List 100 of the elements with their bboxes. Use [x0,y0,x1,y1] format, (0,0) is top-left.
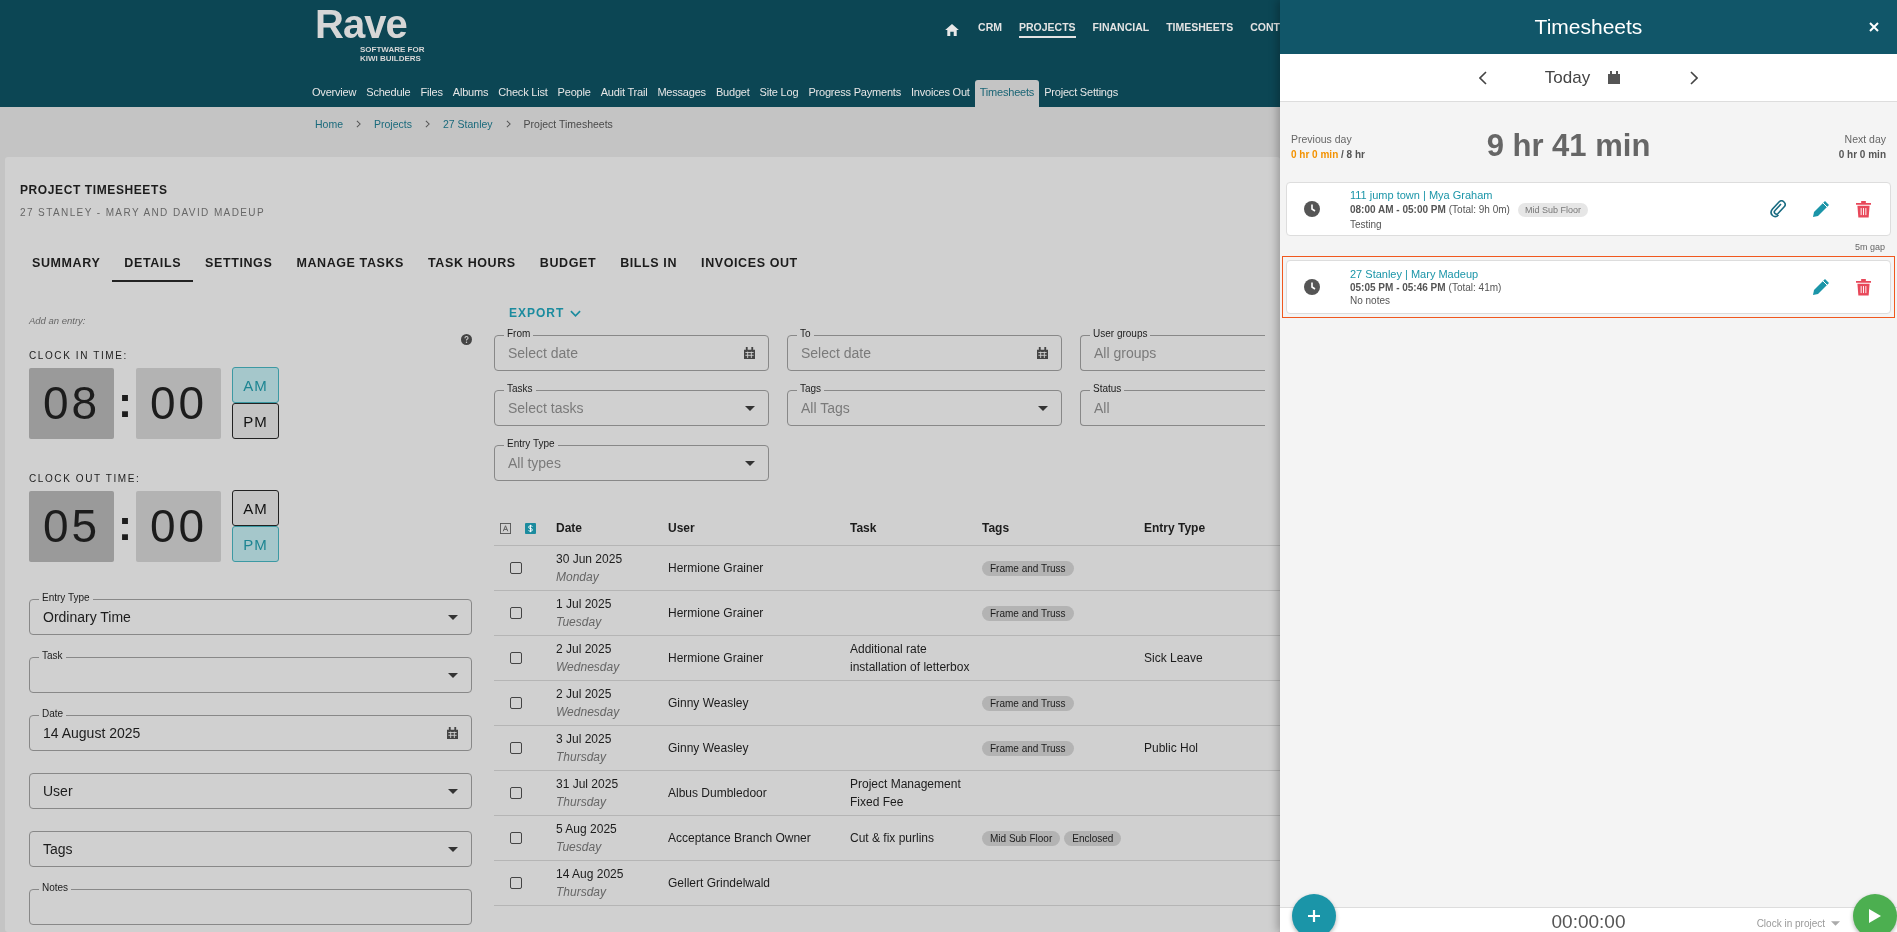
top-nav-link[interactable]: CRM [978,21,1002,38]
chevron-right-icon[interactable] [1690,70,1699,85]
page-title: PROJECT TIMESHEETS [20,183,169,197]
row-checkbox[interactable] [510,832,522,844]
calendar-icon[interactable] [1608,71,1621,84]
page-tab[interactable]: BILLS IN [608,246,690,282]
paperclip-icon[interactable] [1770,200,1786,218]
project-nav-tab[interactable]: Budget [710,80,755,107]
row-checkbox[interactable] [510,652,522,664]
minute-field[interactable]: 00 [136,490,221,562]
project-nav-tab[interactable]: Check List [493,80,553,107]
top-nav-link[interactable]: TIMESHEETS [1166,21,1234,38]
project-nav-tab[interactable]: Schedule [361,80,416,107]
add-entry-button[interactable] [1292,894,1336,932]
top-nav-link[interactable]: PROJECTS [1018,21,1076,38]
close-icon[interactable] [1869,22,1879,32]
logo[interactable]: Rave [315,4,425,44]
weekday-text: Wednesday [556,659,621,676]
timesheet-entry-card[interactable]: 111 jump town | Mya Graham 08:00 AM - 05:00 PM (Total: 9h 0m) Mid Sub Floor Testing [1286,182,1891,236]
pencil-icon[interactable] [1812,278,1830,296]
chevron-down-icon[interactable] [570,310,582,317]
project-nav-tab[interactable]: Project Settings [1039,80,1123,107]
weekday-text: Thursday [556,794,608,811]
hour-field[interactable]: 05 [29,490,114,562]
caret-down-icon [745,405,755,411]
row-checkbox[interactable] [510,742,522,754]
play-button[interactable] [1853,894,1897,932]
drawer-title: Timesheets [1534,15,1643,39]
column-header[interactable]: User [668,521,695,535]
home-icon[interactable] [945,23,960,36]
day-label[interactable]: Today [1544,67,1591,88]
caret-down-icon [448,614,458,620]
trash-icon[interactable] [1856,278,1871,296]
hour-field[interactable]: 08 [29,367,114,439]
clock-icon [1304,201,1320,217]
column-header[interactable]: Entry Type [1144,521,1206,535]
page-tab[interactable]: TASK HOURS [416,246,528,282]
minute-field[interactable]: 00 [136,367,221,439]
table-cell: Gellert Grindelwald [668,876,771,890]
project-nav-tab[interactable]: Progress Payments [803,80,906,107]
trash-icon[interactable] [1856,200,1871,218]
row-checkbox[interactable] [510,562,522,574]
next-day-hours: 0 hr 0 min [1838,148,1886,160]
field-placeholder: All types [508,455,561,471]
date-text: 14 Aug 2025 [556,866,625,883]
breadcrumb-link[interactable]: Home [315,117,343,130]
field-label: Status [1090,383,1125,395]
page-tab[interactable]: MANAGE TASKS [284,246,417,282]
table-cell: Project Management Fixed Fee [850,777,961,809]
project-nav-tab[interactable]: Invoices Out [905,80,975,107]
page-tab[interactable]: BUDGET [527,246,609,282]
field-label: Task [39,650,66,662]
field-label: Tasks [504,383,536,395]
project-nav-tab[interactable]: Messages [652,80,711,107]
row-checkbox[interactable] [510,607,522,619]
chevron-right-icon [505,119,511,128]
entry-notes: No notes [1350,295,1392,306]
field-value: Ordinary Time [43,609,131,625]
page-tab[interactable]: DETAILS [112,246,194,282]
field-label: Notes [39,882,72,894]
calendar-icon [447,727,458,739]
pencil-icon[interactable] [1812,200,1830,218]
weekday-text: Thursday [556,749,608,766]
entry-title-link[interactable]: 111 jump town | Mya Graham [1350,188,1588,201]
project-nav-tab[interactable]: Timesheets [974,80,1040,107]
period-toggle[interactable]: PM [232,403,279,439]
entry-title-link[interactable]: 27 Stanley | Mary Madeup [1350,268,1502,280]
date-text: 31 Jul 2025 [556,776,620,793]
row-checkbox[interactable] [510,697,522,709]
breadcrumb-link[interactable]: Projects [374,117,412,130]
top-nav-link[interactable]: FINANCIAL [1092,21,1150,38]
date-text: 30 Jun 2025 [556,551,624,568]
chevron-left-icon[interactable] [1478,70,1487,85]
dollar-icon[interactable] [525,522,536,534]
project-nav-tab[interactable]: Overview [307,80,362,107]
column-header[interactable]: Tags [982,521,1010,535]
project-nav-tab[interactable]: Site Log [754,80,804,107]
form-hint: Add an entry: [29,315,86,326]
page-tab[interactable]: SETTINGS [193,246,285,282]
column-header[interactable]: Task [850,521,877,535]
project-nav-tab[interactable]: Albums [447,80,494,107]
timesheet-entry-card[interactable]: 27 Stanley | Mary Madeup 05:05 PM - 05:46 PM (Total: 41m) No notes [1286,260,1891,314]
row-checkbox[interactable] [510,787,522,799]
next-day-label[interactable]: Next day [1844,132,1886,145]
timer-readout: 00:00:00 [1551,912,1626,932]
help-icon[interactable] [461,334,472,345]
previous-day-label[interactable]: Previous day [1291,132,1411,145]
project-nav-tab[interactable]: People [552,80,596,107]
entry-total: (Total: 9h 0m) [1448,204,1510,215]
page-tab[interactable]: SUMMARY [20,246,113,282]
project-nav-tab[interactable]: Files [415,80,448,107]
top-nav-link[interactable]: CONT [1250,21,1280,38]
column-header[interactable]: Date [556,521,582,535]
row-checkbox[interactable] [510,877,522,889]
project-nav-tab[interactable]: Audit Trail [595,80,653,107]
date-text: 5 Aug 2025 [556,821,618,838]
breadcrumb-link[interactable]: 27 Stanley [442,117,493,130]
text-box-icon[interactable] [500,522,511,534]
page-tab[interactable]: INVOICES OUT [689,246,810,282]
period-toggle[interactable]: AM [232,490,279,526]
